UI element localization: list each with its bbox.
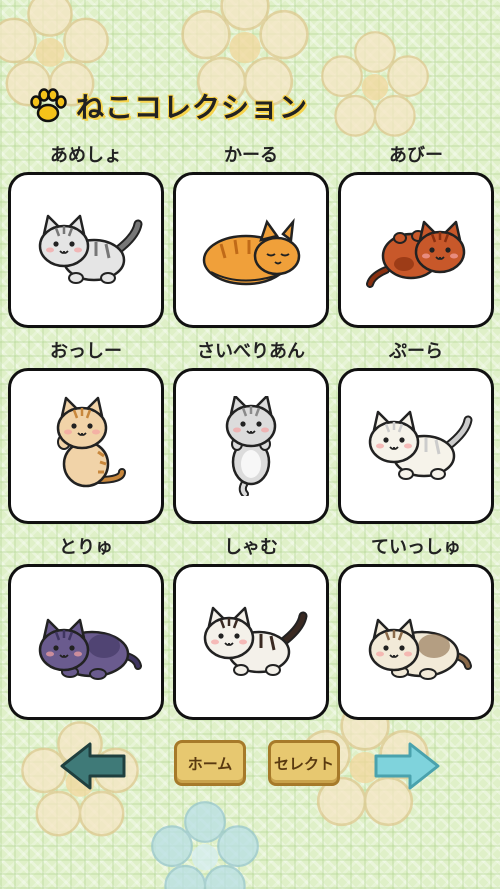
cat-card[interactable] [338,564,494,720]
cat-image [203,606,308,676]
cat-cell[interactable]: しゃむ [173,532,329,720]
cat-name: さいべりあん [197,341,305,362]
cat-card[interactable] [338,172,494,328]
cat-card[interactable] [8,368,164,524]
cat-name: ていっしゅ [371,537,461,558]
cat-name: かーる [224,145,278,166]
right-arrow-icon[interactable] [372,738,442,794]
cat-cell[interactable]: あびー [338,140,494,328]
cat-card[interactable] [8,172,164,328]
cat-card[interactable] [8,564,164,720]
cat-name: あびー [389,145,443,166]
cat-cell[interactable]: ていっしゅ [338,532,494,720]
cat-name: とりゅ [59,537,113,558]
cat-card[interactable] [173,564,329,720]
cat-cell[interactable]: とりゅ [8,532,164,720]
cat-image [225,396,277,496]
cat-cell[interactable]: おっしー [8,336,164,524]
cat-image [56,396,126,488]
cat-name: しゃむ [224,537,278,558]
cat-cell[interactable]: かーる [173,140,329,328]
cat-name: ぷーら [389,341,443,362]
cat-cell[interactable]: さいべりあん [173,336,329,524]
page-header: ねこコレクション [28,86,308,126]
cat-image [366,220,466,288]
left-arrow-icon[interactable] [58,738,128,794]
cat-image [368,410,473,480]
cat-card[interactable] [173,368,329,524]
select-button[interactable]: セレクト [268,740,340,786]
page-title: ねこコレクション [76,91,309,124]
cat-image [38,618,142,680]
cat-card[interactable] [173,172,329,328]
cat-cell[interactable]: あめしょ [8,140,164,328]
cat-cell[interactable]: ぷーら [338,336,494,524]
cat-image [202,218,301,286]
paw-icon [30,88,67,123]
cat-name: おっしー [50,341,122,362]
cat-image [38,214,143,284]
background-flower [321,31,429,137]
cat-card[interactable] [338,368,494,524]
cat-name: あめしょ [50,145,122,166]
home-button[interactable]: ホーム [174,740,246,786]
cat-image [368,618,472,680]
bottom-navigation: ホーム セレクト [0,738,500,794]
background-flower [151,801,259,889]
